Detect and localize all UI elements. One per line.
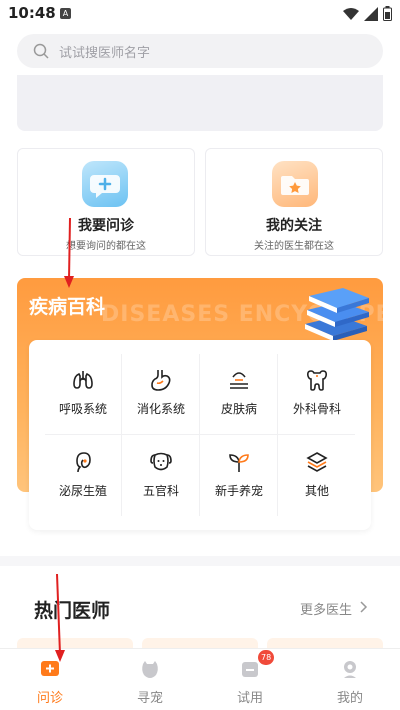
lungs-icon: [73, 371, 93, 389]
consult-card[interactable]: 我要问诊 想要询问的都在这: [17, 148, 195, 256]
consult-card-title: 我要问诊: [78, 218, 134, 234]
category-other[interactable]: 其他: [279, 436, 355, 516]
wifi-icon: [343, 7, 359, 20]
search-icon: [33, 43, 49, 59]
status-time: 10:48: [8, 4, 56, 22]
tab-label: 我的: [336, 691, 363, 706]
tab-find-pet[interactable]: 寻宠: [100, 649, 200, 710]
category-ent[interactable]: 五官科: [123, 436, 199, 516]
search-bar[interactable]: 试试搜医师名字: [17, 34, 383, 68]
category-new-pet[interactable]: 新手养宠: [201, 436, 277, 516]
grid-divider: [121, 354, 122, 516]
profile-icon: [344, 661, 356, 678]
search-placeholder: 试试搜医师名字: [59, 46, 151, 61]
category-label: 泌尿生殖: [58, 484, 107, 498]
chevron-right-icon[interactable]: [360, 601, 368, 613]
tab-profile[interactable]: 我的: [300, 649, 400, 710]
bone-icon: [307, 370, 327, 391]
grid-divider: [199, 354, 200, 516]
category-label: 其他: [304, 484, 329, 498]
sprout-icon: [229, 454, 249, 472]
category-respiratory[interactable]: 呼吸系统: [45, 354, 121, 434]
category-label: 五官科: [142, 484, 179, 498]
consult-card-subtitle: 想要询问的都在这: [66, 241, 146, 252]
category-label: 新手养宠: [214, 484, 263, 498]
chat-plus-icon: [82, 161, 128, 207]
follow-card-subtitle: 关注的医生都在这: [254, 241, 334, 252]
signal-icon: [364, 6, 378, 21]
dog-face-icon: [150, 452, 172, 471]
banner-placeholder[interactable]: [17, 75, 383, 131]
battery-icon: [383, 6, 392, 21]
tab-trial[interactable]: 试用: [200, 649, 300, 710]
category-grid: 呼吸系统 消化系统 皮肤病 外科骨科 泌尿生殖 五官科 新手养宠 其他: [29, 340, 371, 530]
layers-icon: [306, 452, 328, 472]
kidney-icon: [76, 452, 91, 473]
category-urogenital[interactable]: 泌尿生殖: [45, 436, 121, 516]
category-label: 外科骨科: [292, 402, 341, 416]
pet-icon: [142, 661, 158, 678]
tab-label: 试用: [236, 691, 263, 706]
tab-label: 寻宠: [136, 691, 163, 706]
bottom-tab-bar: 问诊 寻宠 试用 我的: [0, 648, 400, 710]
grid-divider: [45, 434, 355, 435]
sim-icon: A: [60, 8, 71, 19]
status-icons: [343, 6, 392, 21]
category-label: 皮肤病: [220, 402, 257, 416]
trial-badge: 78: [258, 650, 275, 665]
books-icon: [305, 288, 369, 341]
tab-consult[interactable]: 问诊: [0, 649, 100, 710]
trial-icon: [242, 662, 258, 677]
category-label: 呼吸系统: [58, 402, 107, 416]
category-label: 消化系统: [136, 402, 185, 416]
hot-doctors-title: 热门医师: [34, 600, 111, 622]
follow-card-title: 我的关注: [266, 218, 322, 234]
category-surgery[interactable]: 外科骨科: [279, 354, 355, 434]
tab-label: 问诊: [36, 691, 63, 706]
category-digestive[interactable]: 消化系统: [123, 354, 199, 434]
status-bar: 10:48 A: [0, 0, 400, 28]
stomach-icon: [151, 370, 171, 391]
follow-card[interactable]: 我的关注 关注的医生都在这: [205, 148, 383, 256]
folder-star-icon: [272, 161, 318, 207]
consult-icon: [41, 661, 59, 676]
grid-divider: [277, 354, 278, 516]
category-skin[interactable]: 皮肤病: [201, 354, 277, 434]
skin-icon: [230, 372, 248, 389]
encyclopedia-title: 疾病百科: [29, 296, 106, 318]
more-doctors-link[interactable]: 更多医生: [300, 599, 352, 618]
